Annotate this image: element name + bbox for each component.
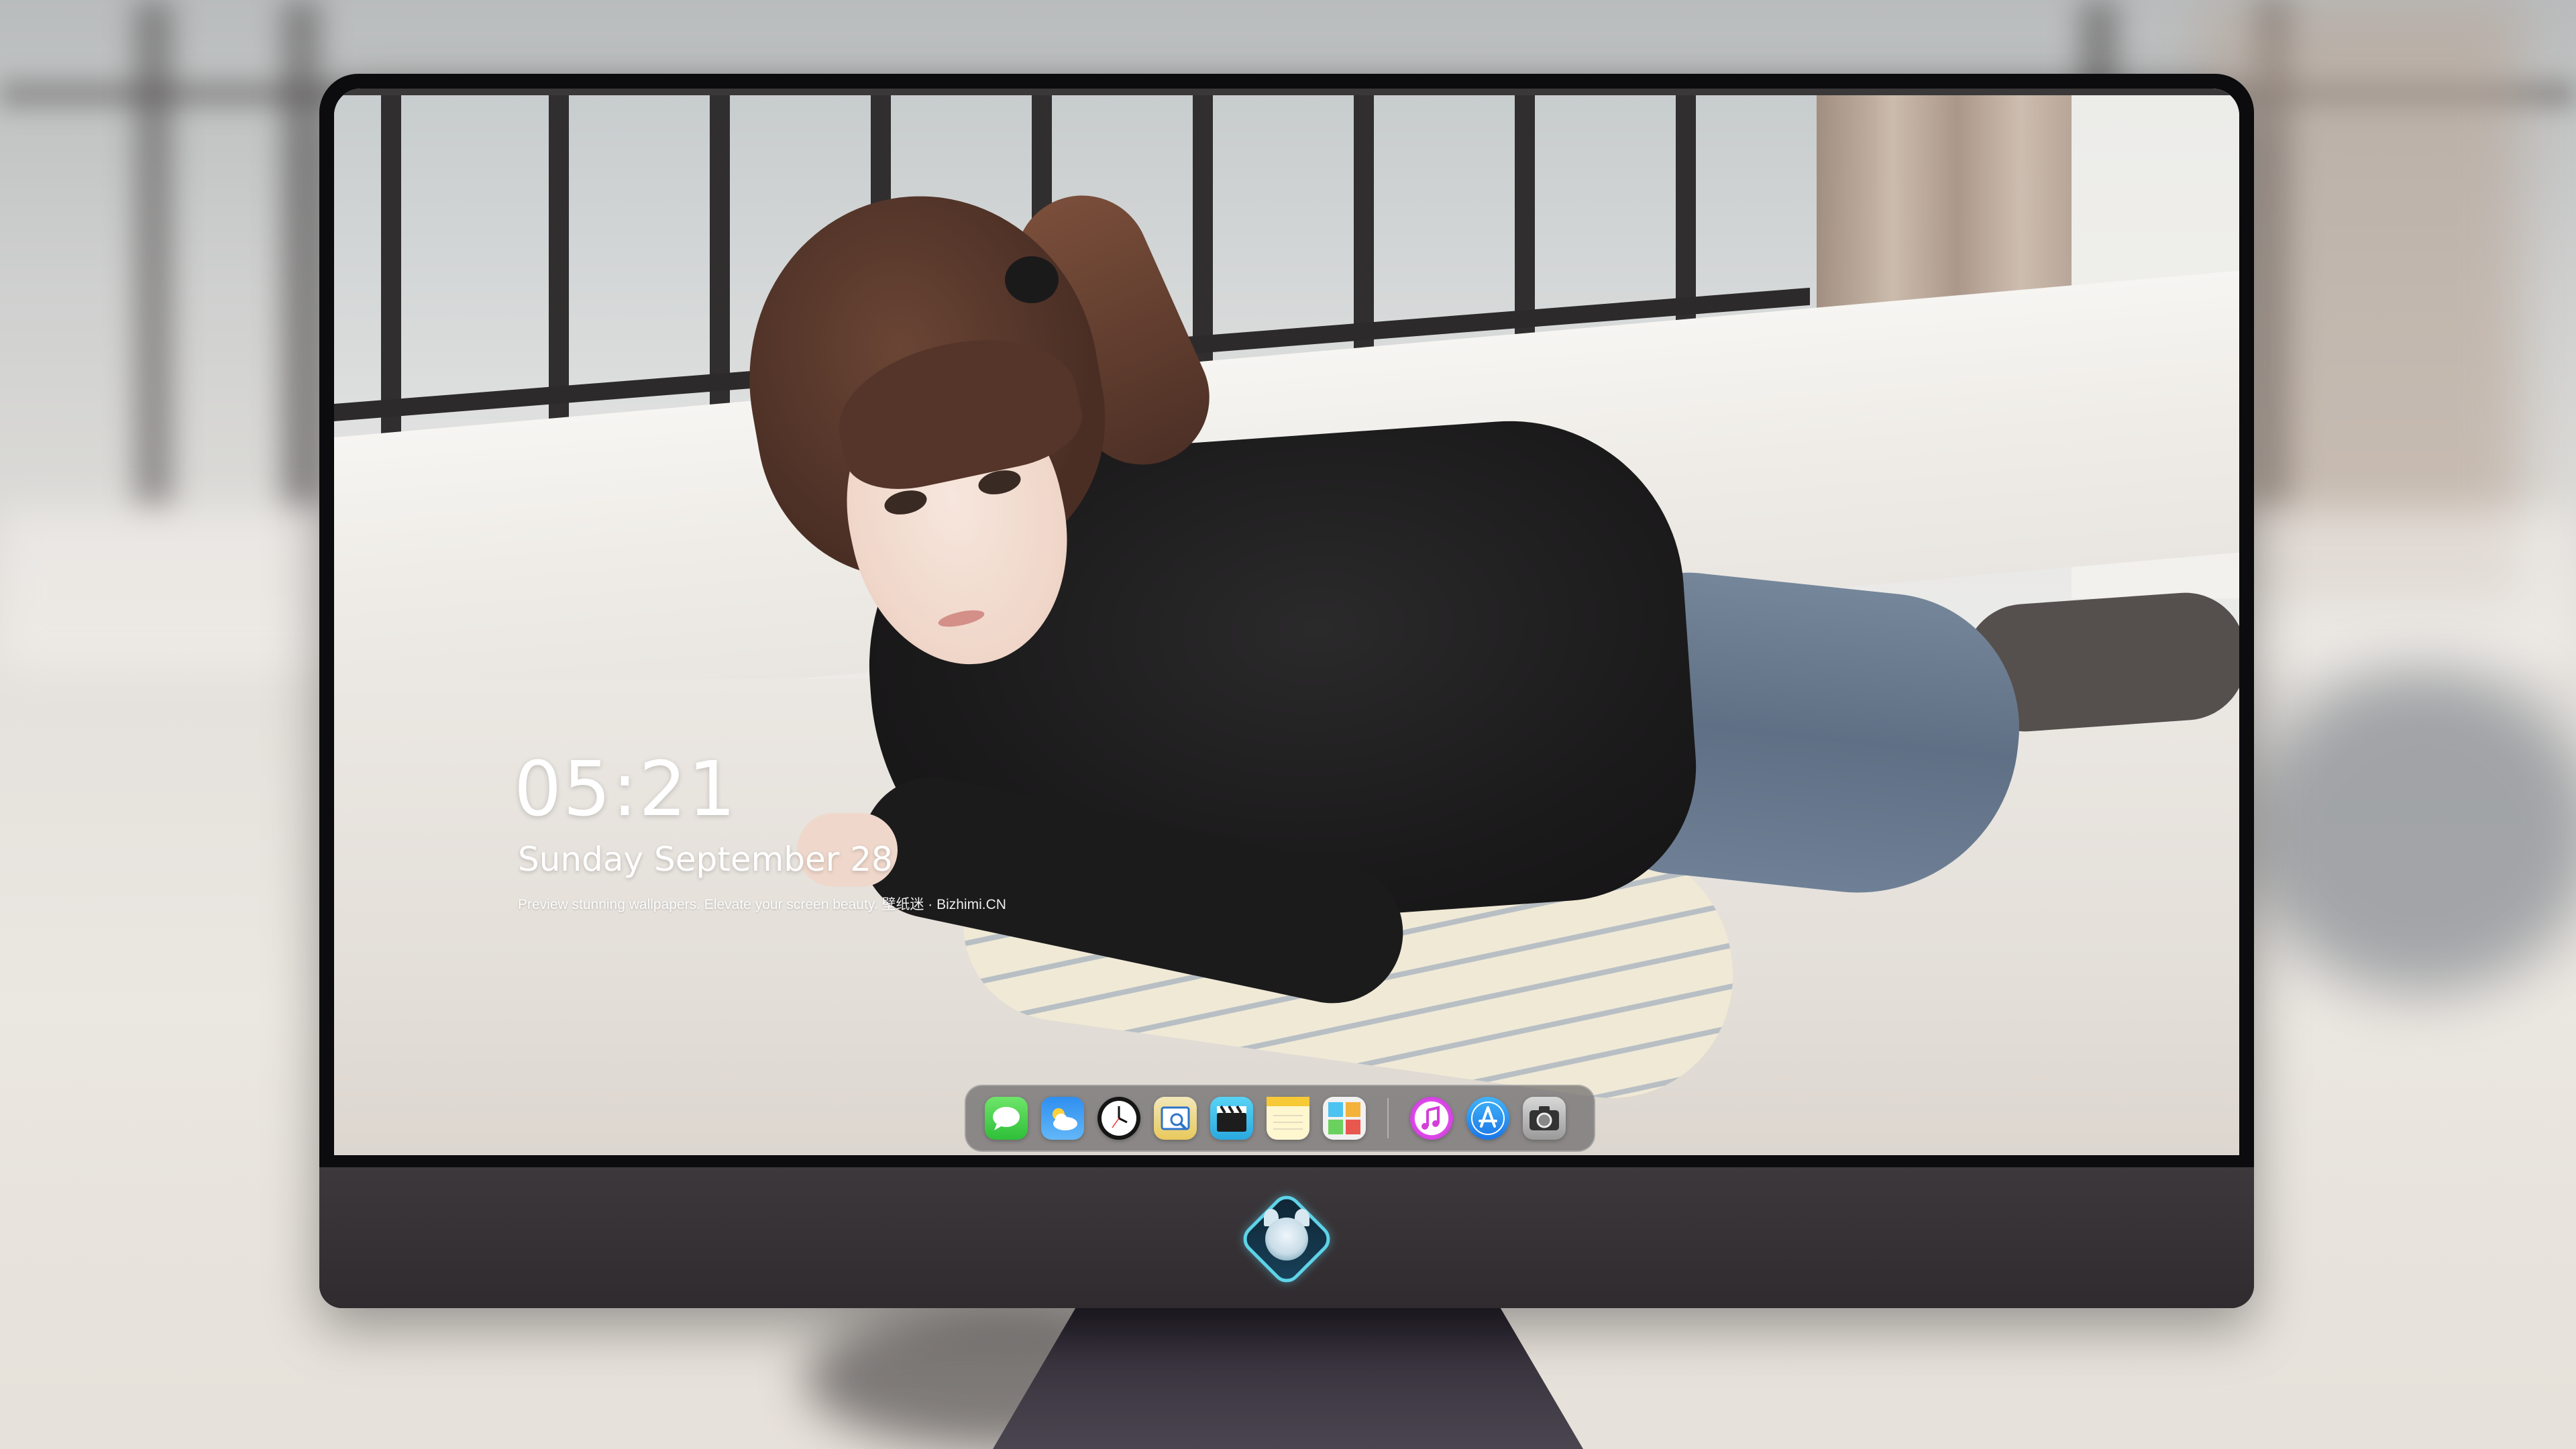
messages-icon[interactable]	[985, 1097, 1028, 1140]
dock	[965, 1085, 1595, 1152]
lock-screen-tagline: Preview stunning wallpapers. Elevate you…	[518, 897, 1006, 912]
app-store-icon[interactable]	[1466, 1097, 1509, 1140]
monitor-stand	[993, 1308, 1583, 1449]
weather-icon[interactable]	[1041, 1097, 1084, 1140]
lock-screen-time: 05:21	[514, 746, 737, 833]
dock-separator	[1387, 1098, 1389, 1138]
lock-screen: 05:21 Sunday September 28 Preview stunni…	[334, 89, 2239, 1155]
monitor-chin	[319, 1161, 2254, 1308]
notes-icon[interactable]	[1267, 1097, 1309, 1140]
camera-icon[interactable]	[1523, 1097, 1566, 1140]
cat-mascot-icon	[1265, 1218, 1308, 1260]
photo-booth-icon[interactable]	[1323, 1097, 1366, 1140]
clock-icon[interactable]	[1097, 1097, 1140, 1140]
clips-icon[interactable]	[1210, 1097, 1253, 1140]
preview-icon[interactable]	[1154, 1097, 1197, 1140]
itunes-icon[interactable]	[1410, 1097, 1453, 1140]
monitor: 05:21 Sunday September 28 Preview stunni…	[319, 74, 2254, 1308]
lock-screen-date: Sunday September 28	[518, 840, 893, 879]
